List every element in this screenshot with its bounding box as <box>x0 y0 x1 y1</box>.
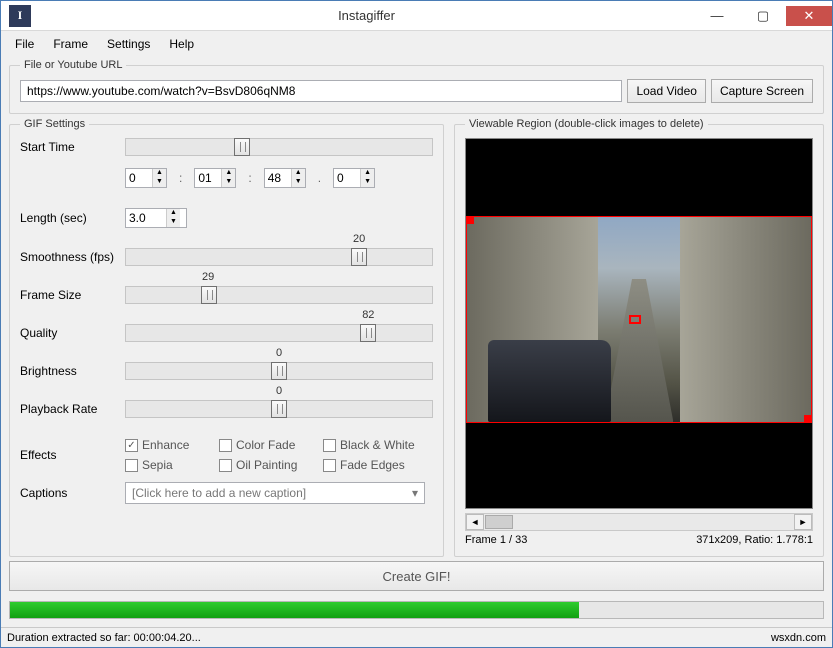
viewable-legend: Viewable Region (double-click images to … <box>465 118 708 130</box>
watermark-text: wsxdn.com <box>771 632 826 644</box>
frame-dimensions: 371x209, Ratio: 1.778:1 <box>696 534 813 546</box>
progress-bar <box>9 601 824 619</box>
crop-handle-tl[interactable] <box>466 216 474 224</box>
smoothness-label: Smoothness (fps) <box>20 250 125 264</box>
effect-oil-checkbox[interactable]: Oil Painting <box>219 458 319 472</box>
start-time-label: Start Time <box>20 140 125 154</box>
url-legend: File or Youtube URL <box>20 59 126 71</box>
scroll-thumb[interactable] <box>485 515 513 529</box>
framesize-label: Frame Size <box>20 288 125 302</box>
preview-frame[interactable] <box>466 216 812 423</box>
status-text: Duration extracted so far: 00:00:04.20..… <box>7 632 201 644</box>
statusbar: Duration extracted so far: 00:00:04.20..… <box>1 627 832 647</box>
effect-fade-checkbox[interactable]: Fade Edges <box>323 458 433 472</box>
load-video-button[interactable]: Load Video <box>627 79 706 103</box>
quality-label: Quality <box>20 326 125 340</box>
effect-bw-checkbox[interactable]: Black & White <box>323 438 433 452</box>
crop-handle-br[interactable] <box>804 415 812 423</box>
effects-label: Effects <box>20 448 125 462</box>
close-button[interactable]: ✕ <box>786 6 832 26</box>
window-title: Instagiffer <box>39 8 694 23</box>
url-group: File or Youtube URL Load Video Capture S… <box>9 59 824 114</box>
scroll-left-icon[interactable]: ◄ <box>466 514 484 530</box>
brightness-label: Brightness <box>20 364 125 378</box>
length-label: Length (sec) <box>20 211 125 225</box>
smoothness-slider[interactable] <box>125 248 433 266</box>
framesize-slider[interactable] <box>125 286 433 304</box>
scroll-right-icon[interactable]: ► <box>794 514 812 530</box>
quality-slider[interactable] <box>125 324 433 342</box>
time-hours-spinner[interactable]: ▲▼ <box>125 168 167 188</box>
time-frames-spinner[interactable]: ▲▼ <box>333 168 375 188</box>
effect-colorfade-checkbox[interactable]: Color Fade <box>219 438 319 452</box>
menu-settings[interactable]: Settings <box>99 35 158 53</box>
time-seconds-spinner[interactable]: ▲▼ <box>264 168 306 188</box>
titlebar: I Instagiffer — ▢ ✕ <box>1 1 832 31</box>
effect-sepia-checkbox[interactable]: Sepia <box>125 458 215 472</box>
url-input[interactable] <box>20 80 622 102</box>
preview-canvas[interactable] <box>465 138 813 509</box>
gif-settings-legend: GIF Settings <box>20 118 89 130</box>
app-icon: I <box>9 5 31 27</box>
maximize-button[interactable]: ▢ <box>740 6 786 26</box>
brightness-slider[interactable] <box>125 362 433 380</box>
start-time-slider[interactable] <box>125 138 433 156</box>
time-minutes-spinner[interactable]: ▲▼ <box>194 168 236 188</box>
playback-slider[interactable] <box>125 400 433 418</box>
menu-frame[interactable]: Frame <box>45 35 96 53</box>
frame-scrollbar[interactable]: ◄ ► <box>465 513 813 531</box>
capture-screen-button[interactable]: Capture Screen <box>711 79 813 103</box>
create-gif-button[interactable]: Create GIF! <box>9 561 824 591</box>
minimize-button[interactable]: — <box>694 6 740 26</box>
playback-label: Playback Rate <box>20 402 125 416</box>
selection-box[interactable] <box>629 315 641 324</box>
viewable-region-group: Viewable Region (double-click images to … <box>454 118 824 557</box>
frame-counter: Frame 1 / 33 <box>465 534 527 546</box>
menu-help[interactable]: Help <box>161 35 202 53</box>
gif-settings-group: GIF Settings Start Time ▲▼ : ▲▼ : ▲▼ . <box>9 118 444 557</box>
chevron-down-icon: ▾ <box>412 486 418 500</box>
menubar: File Frame Settings Help <box>1 31 832 57</box>
menu-file[interactable]: File <box>7 35 42 53</box>
effect-enhance-checkbox[interactable]: ✓Enhance <box>125 438 215 452</box>
captions-label: Captions <box>20 486 125 500</box>
captions-dropdown[interactable]: [Click here to add a new caption] ▾ <box>125 482 425 504</box>
length-spinner[interactable]: ▲▼ <box>125 208 187 228</box>
